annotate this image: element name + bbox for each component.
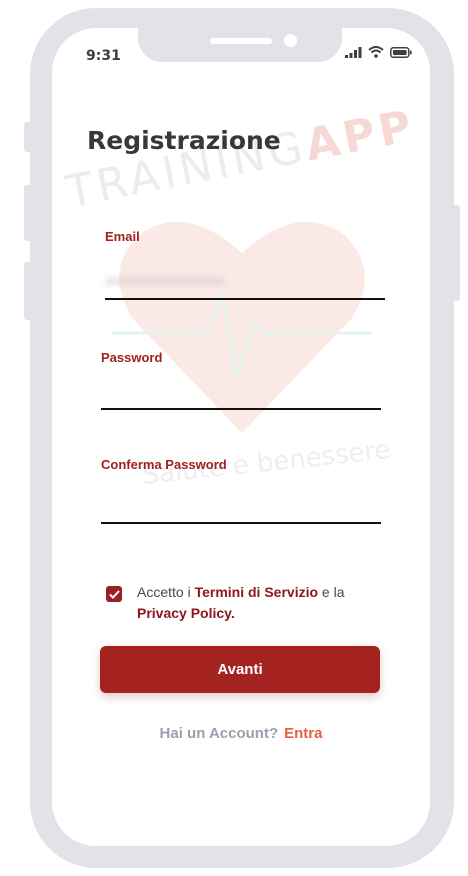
login-prompt: Hai un Account? Entra [52, 725, 430, 742]
email-field[interactable]: xxxxxxxxxxxxxxxxx [105, 272, 385, 300]
signal-icon [345, 46, 362, 58]
terms-checkbox[interactable] [106, 586, 122, 602]
terms-middle: e la [321, 584, 345, 600]
email-value: xxxxxxxxxxxxxxxxx [105, 272, 224, 288]
side-button-volume-up [24, 185, 32, 241]
password-label: Password [101, 350, 163, 365]
confirm-password-field[interactable] [101, 496, 381, 524]
email-label: Email [105, 229, 140, 244]
battery-icon [390, 46, 412, 58]
wifi-icon [368, 46, 384, 58]
camera [284, 34, 297, 47]
password-field[interactable] [101, 382, 381, 410]
login-link[interactable]: Entra [284, 725, 322, 742]
side-button-power [452, 205, 460, 301]
page-title: Registrazione [87, 126, 281, 155]
notch [138, 28, 342, 62]
screen: 9:31 TRAININGAPP Salute e benessere Regi… [52, 28, 430, 846]
next-button[interactable]: Avanti [100, 646, 380, 693]
status-time: 9:31 [86, 48, 121, 64]
confirm-password-label: Conferma Password [101, 457, 227, 472]
privacy-policy-link[interactable]: Privacy Policy. [137, 605, 235, 621]
terms-text: Accetto i Termini di Servizio e la Priva… [137, 582, 377, 624]
status-icons [345, 46, 412, 58]
side-button-volume-down [24, 262, 32, 320]
watermark-brand: TRAININGAPP [62, 100, 420, 219]
terms-prefix: Accetto i [137, 584, 191, 600]
terms-of-service-link[interactable]: Termini di Servizio [195, 584, 318, 600]
side-button-mute [24, 122, 32, 152]
speaker [210, 38, 272, 44]
has-account-text: Hai un Account? [159, 725, 279, 742]
checkmark-icon [108, 589, 120, 599]
